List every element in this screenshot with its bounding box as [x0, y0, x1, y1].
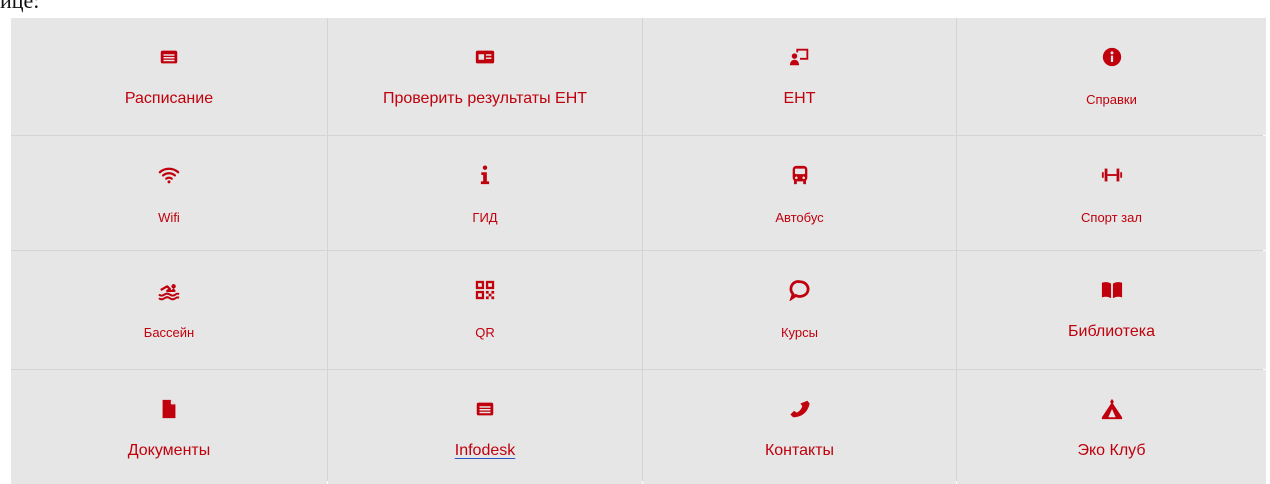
info-i-icon [472, 162, 498, 188]
tile-label: Документы [127, 442, 211, 459]
dumbbell-icon [1099, 162, 1125, 188]
tile-eco-club[interactable]: Эко Клуб [957, 370, 1266, 484]
list-card-icon [472, 396, 498, 422]
tile-label: Контакты [764, 442, 835, 459]
tile-infodesk[interactable]: Infodesk [328, 370, 642, 484]
tile-check-ent-results[interactable]: Проверить результаты ЕНТ [328, 18, 642, 135]
book-icon [1099, 277, 1125, 303]
tile-guide[interactable]: ГИД [328, 136, 642, 250]
document-icon [156, 396, 182, 422]
info-circle-icon [1099, 44, 1125, 70]
tile-label: Бассейн [143, 325, 195, 340]
tile-label: QR [475, 325, 495, 340]
tent-icon [1099, 396, 1125, 422]
tile-label: Справки [1086, 92, 1137, 107]
wifi-icon [156, 162, 182, 188]
tile-courses[interactable]: Курсы [643, 251, 956, 369]
tile-wifi[interactable]: Wifi [11, 136, 327, 250]
infodesk-link[interactable]: Infodesk [455, 442, 515, 460]
services-grid: Расписание Проверить результаты ЕНТ ЕНТ … [11, 18, 1266, 484]
tile-documents[interactable]: Документы [11, 370, 327, 484]
tile-label: Wifi [158, 210, 180, 225]
speech-bubble-icon [787, 277, 813, 303]
tile-contacts[interactable]: Контакты [643, 370, 956, 484]
bus-icon [787, 162, 813, 188]
schedule-card-icon [156, 44, 182, 70]
swimmer-icon [156, 277, 182, 303]
tile-label: Автобус [775, 210, 824, 225]
tile-gym[interactable]: Спорт зал [957, 136, 1266, 250]
tile-label: Спорт зал [1081, 210, 1142, 225]
tile-label: Расписание [124, 90, 214, 107]
tile-pool[interactable]: Бассейн [11, 251, 327, 369]
tile-label: Эко Клуб [1077, 442, 1146, 459]
tile-label: Библиотека [1068, 323, 1155, 340]
tile-certificates[interactable]: Справки [957, 18, 1266, 135]
clipped-heading-text: ице: [0, 0, 40, 13]
phone-icon [787, 396, 813, 422]
tile-qr[interactable]: QR [328, 251, 642, 369]
tile-label: Проверить результаты ЕНТ [382, 90, 588, 107]
tile-bus[interactable]: Автобус [643, 136, 956, 250]
tile-label: Курсы [780, 325, 818, 340]
tile-label: ЕНТ [783, 90, 816, 107]
id-card-icon [472, 44, 498, 70]
qr-code-icon [472, 277, 498, 303]
presentation-teacher-icon [787, 44, 813, 70]
tile-label: ГИД [472, 210, 498, 225]
tile-library[interactable]: Библиотека [957, 251, 1266, 369]
tile-ent[interactable]: ЕНТ [643, 18, 956, 135]
tile-schedule[interactable]: Расписание [11, 18, 327, 135]
